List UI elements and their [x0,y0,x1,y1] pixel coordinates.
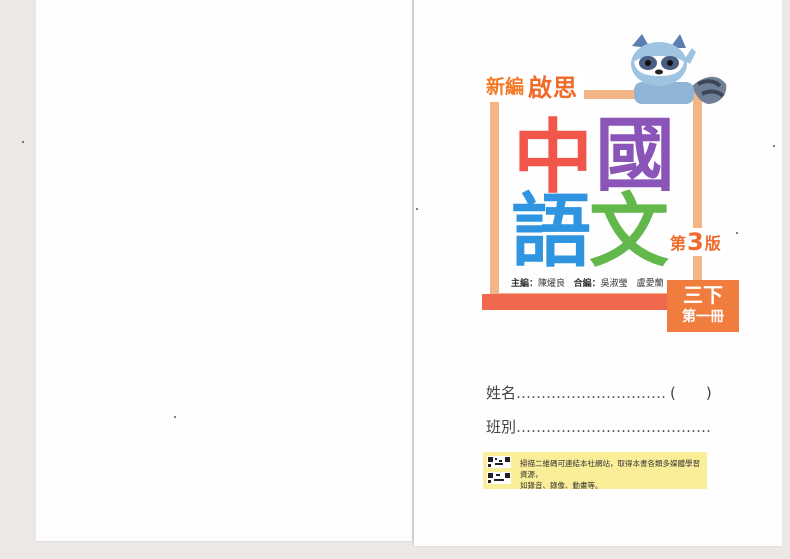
editor-name: 陳燿良 [538,279,566,289]
title-frame-bar [482,294,678,310]
title-char-3: 語 [511,185,591,278]
scan-speck [22,141,24,143]
scan-speck [174,416,176,418]
class-field: 班別 ………………………………… [486,416,711,437]
qr-note-text: 掃描二維碼可連結本社網站，取得本書各類多媒體學習資源， 如錄音、錄像、動畫等。 [520,458,702,491]
class-line: ………………………………… [516,418,712,436]
blank-left-page [36,0,412,541]
series-name: 啟思 [528,73,579,102]
edition-suffix: 版 [704,234,721,253]
grade-badge: 三下 第一冊 [667,280,739,332]
qr-note-line-1: 掃描二維碼可連結本社網站，取得本書各類多媒體學習資源， [520,459,700,479]
edition-number: 3 [687,228,704,256]
edition-label: 第 3 版 [668,228,723,256]
class-label: 班別 [486,418,517,436]
co-editor-label: 合編： [573,279,601,289]
class-number-blank: ( ) [670,384,712,402]
qr-code-icon [487,456,511,484]
title-char-4: 文 [589,185,669,278]
name-line: ………………………… [516,384,667,402]
scan-speck [736,232,738,234]
editor-label: 主編： [511,279,539,289]
co-editor-names: 吳淑瑩 盧愛蘭 [600,279,664,289]
volume-label: 第一冊 [682,309,724,325]
raccoon-mascot-icon [631,34,727,104]
grade-level: 三下 [683,283,723,307]
edition-prefix: 第 [670,234,687,253]
series-label: 新編 啟思 [480,68,585,102]
scan-speck [416,208,418,210]
qr-note-box: 掃描二維碼可連結本社網站，取得本書各類多媒體學習資源， 如錄音、錄像、動畫等。 [483,452,707,491]
credits-line: 主編：陳燿良 合編：吳淑瑩 盧愛蘭 [511,276,664,289]
scan-speck [773,145,775,147]
title-char-2: 國 [595,109,675,202]
student-name-field: 姓名 ………………………… ( ) [486,382,712,403]
name-label: 姓名 [486,384,517,402]
series-new: 新編 [486,75,525,98]
qr-note-line-2: 如錄音、錄像、動畫等。 [520,481,603,490]
